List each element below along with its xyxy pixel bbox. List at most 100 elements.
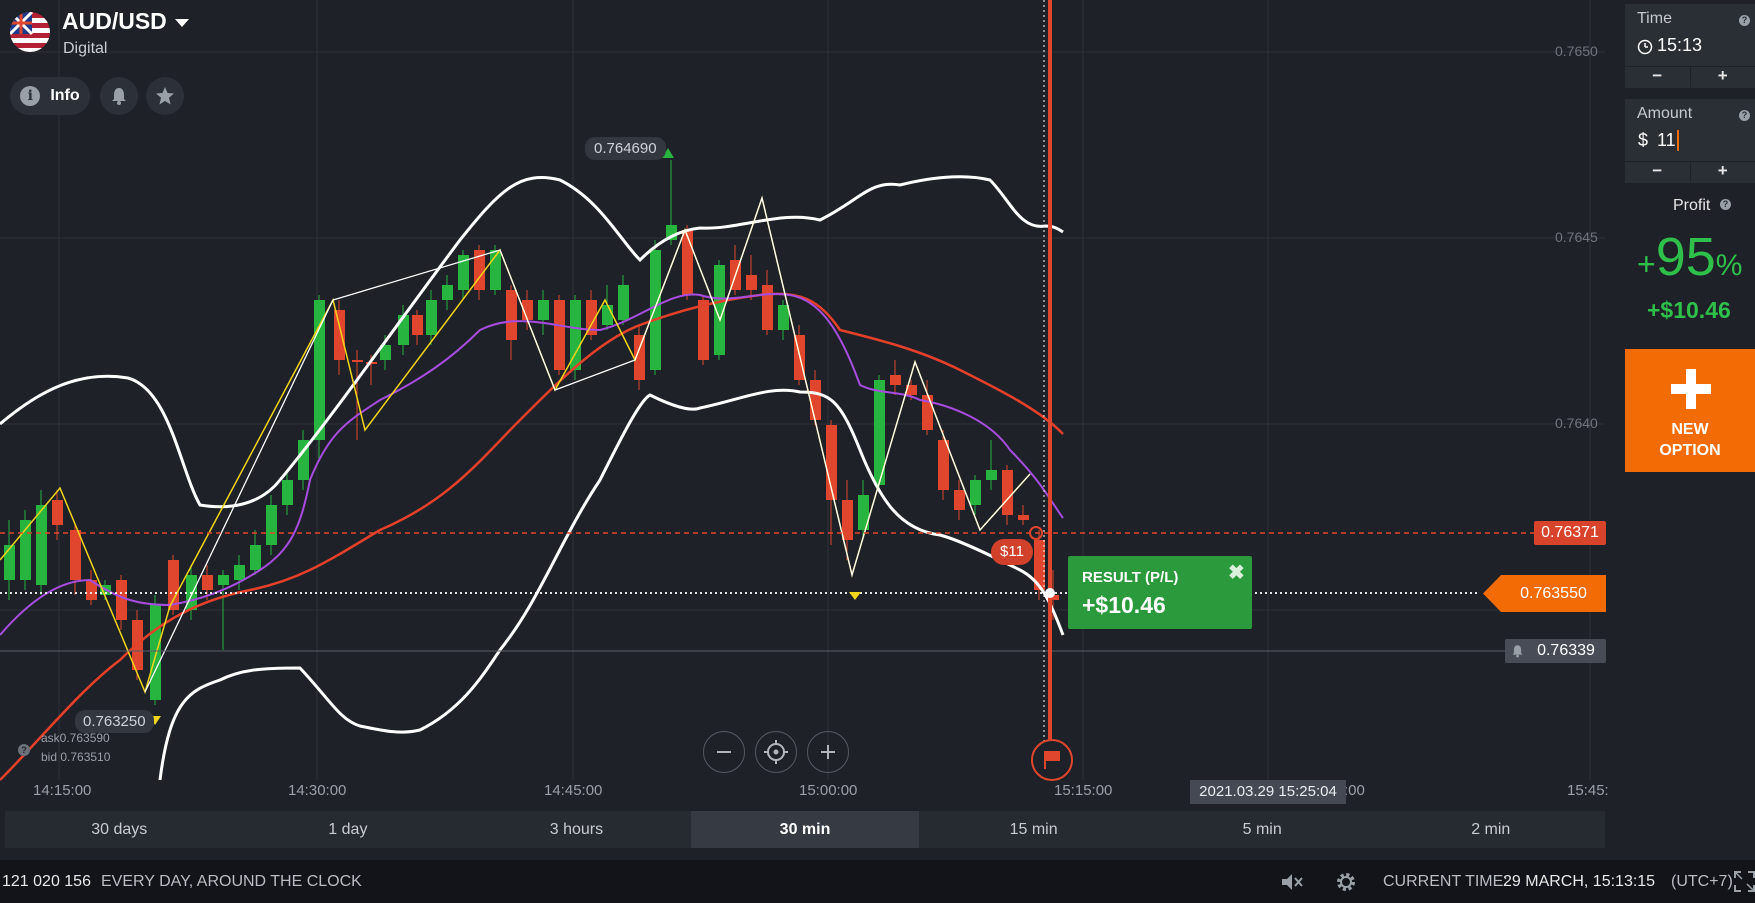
amount-panel[interactable]: Amount ? $ 11 − + (1625, 99, 1755, 183)
current-price-value: 0.763550 (1520, 585, 1587, 602)
candle (890, 375, 901, 385)
time-axis-label: 15:00:00 (799, 782, 858, 799)
time-axis-label: 15:15:00 (1054, 782, 1113, 799)
profit-percent-value: 95 (1655, 227, 1716, 287)
help-icon[interactable]: ? (18, 744, 30, 756)
zoom-out-button[interactable] (703, 731, 745, 773)
candle (842, 500, 853, 540)
candle (810, 380, 821, 420)
timeframe-1-day[interactable]: 1 day (234, 811, 463, 848)
center-chart-button[interactable] (755, 731, 797, 773)
candle (202, 575, 213, 590)
candle (150, 605, 161, 700)
bell-icon (1512, 645, 1523, 658)
help-icon[interactable]: ? (1739, 15, 1750, 26)
timeframe-15-min[interactable]: 15 min (919, 811, 1148, 848)
sound-off-icon[interactable] (1280, 871, 1304, 893)
amount-increase-button[interactable]: + (1691, 162, 1755, 182)
footer-bar: 121 020 156 EVERY DAY, AROUND THE CLOCK … (0, 860, 1755, 903)
zoom-in-button[interactable] (807, 731, 849, 773)
alerts-button[interactable] (100, 77, 138, 115)
price-chart[interactable] (0, 0, 1615, 800)
candle (426, 300, 437, 335)
timeframe-3-hours[interactable]: 3 hours (462, 811, 691, 848)
profit-percent-unit: % (1715, 249, 1743, 282)
time-axis-label: 14:30:00 (288, 782, 347, 799)
candle (554, 300, 565, 370)
amount-label: Amount (1637, 105, 1693, 122)
asset-selector[interactable]: AUD/USD (62, 8, 189, 35)
result-popup: RESULT (P/L) +$10.46 ✖ (1068, 556, 1252, 629)
clock-icon (1637, 39, 1653, 55)
current-price-tag: 0.763550 (1483, 575, 1606, 612)
candle (266, 505, 277, 545)
candle (506, 290, 517, 340)
timeframe-30-min[interactable]: 30 min (690, 811, 920, 848)
timeframe-5-min[interactable]: 5 min (1148, 811, 1377, 848)
help-icon[interactable]: ? (1739, 110, 1750, 121)
candle (1018, 515, 1029, 520)
profit-amount: +$10.46 (1647, 297, 1731, 323)
result-title: RESULT (P/L) (1082, 569, 1179, 586)
info-icon: i (20, 86, 41, 106)
time-label: Time (1637, 10, 1672, 27)
candle (52, 500, 63, 525)
current-time-label: CURRENT TIME: (1383, 873, 1508, 890)
new-option-line2: OPTION (1659, 442, 1721, 459)
candle (412, 315, 423, 335)
profit-plus: + (1637, 246, 1656, 282)
candle (218, 575, 229, 585)
star-icon (156, 87, 174, 105)
close-icon[interactable]: ✖ (1228, 560, 1245, 585)
candle (650, 250, 661, 370)
ask-price: ask0.763590 (41, 731, 110, 745)
profit-percent: +95% (1637, 226, 1742, 288)
info-button[interactable]: i Info (10, 77, 90, 115)
timezone[interactable]: (UTC+7) (1671, 873, 1733, 891)
candle (698, 300, 709, 360)
new-option-line1: NEW (1671, 421, 1709, 438)
profit-label: Profit (1673, 197, 1711, 214)
support-phone[interactable]: 121 020 156 (2, 873, 91, 891)
candle (352, 360, 363, 362)
price-axis-label: 0.7650 (1555, 43, 1598, 59)
timeframe-30-days[interactable]: 30 days (5, 811, 234, 848)
purchase-dot (1045, 588, 1055, 598)
favorite-button[interactable] (146, 77, 184, 115)
time-panel[interactable]: Time ? 15:13 − + (1625, 4, 1755, 88)
bell-icon (112, 88, 126, 105)
candle (4, 545, 15, 580)
candle (442, 285, 453, 300)
candle (602, 305, 613, 325)
bet-amount-badge[interactable]: $11 (991, 539, 1033, 565)
zoom-out-icon (717, 751, 731, 753)
time-value[interactable]: 15:13 (1657, 35, 1702, 56)
strike-price-tag: 0.76371 (1534, 521, 1606, 545)
currency-symbol: $ (1638, 130, 1649, 150)
current-time-value: 29 MARCH, 15:13:15 (1503, 873, 1656, 890)
help-icon[interactable]: ? (1720, 199, 1731, 210)
price-axis-label: 0.7645 (1555, 229, 1598, 245)
candle (778, 305, 789, 330)
candle (36, 505, 47, 585)
alert-price-value: 0.76339 (1537, 642, 1595, 659)
time-decrease-button[interactable]: − (1625, 67, 1691, 87)
candle (1002, 470, 1013, 515)
alert-price-tag[interactable]: 0.76339 (1505, 639, 1606, 663)
new-option-button[interactable]: NEW OPTION (1625, 349, 1755, 472)
candle (746, 275, 757, 290)
timeframe-2-min[interactable]: 2 min (1376, 811, 1605, 848)
flag-icon (10, 12, 50, 52)
info-label: Info (50, 87, 80, 104)
expiration-flag[interactable] (1031, 739, 1073, 781)
gear-icon[interactable] (1334, 870, 1358, 894)
time-increase-button[interactable]: + (1691, 67, 1755, 87)
candle (168, 560, 179, 610)
candle (538, 300, 549, 320)
amount-decrease-button[interactable]: − (1625, 162, 1691, 182)
candle (618, 285, 629, 320)
amount-input[interactable]: 11 (1657, 130, 1679, 151)
fullscreen-icon[interactable] (1734, 871, 1755, 892)
zoom-in-icon (821, 745, 835, 759)
candle (970, 480, 981, 505)
